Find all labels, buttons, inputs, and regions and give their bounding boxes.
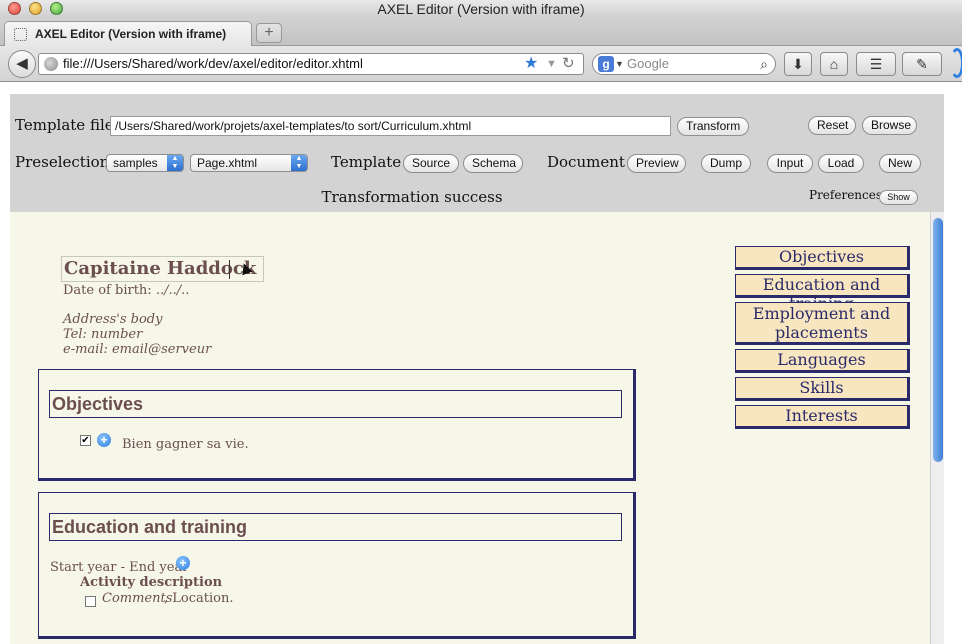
education-section: Education and training Start year - End …	[38, 492, 636, 639]
scrollbar-thumb[interactable]	[933, 218, 943, 462]
globe-icon	[44, 57, 58, 71]
address-field[interactable]: Address's body	[63, 312, 162, 327]
menu-objectives[interactable]: Objectives	[735, 246, 910, 270]
menu-employment[interactable]: Employment and placements	[735, 302, 910, 345]
partial-logo-icon	[950, 48, 962, 78]
comments-field[interactable]: Comments	[102, 591, 172, 606]
select-arrows-icon: ▲ ▼	[167, 155, 183, 171]
navigation-toolbar: ◀ file:///Users/Shared/work/dev/axel/edi…	[0, 46, 962, 82]
preselection-folder-value: samples	[113, 156, 158, 170]
vertical-scrollbar[interactable]	[930, 212, 944, 644]
tab-bar: AXEL Editor (Version with iframe) +	[0, 18, 962, 46]
dump-button[interactable]: Dump	[701, 154, 751, 173]
new-tab-button[interactable]: +	[256, 23, 282, 43]
google-engine-icon[interactable]: g	[598, 56, 614, 72]
menu-interests[interactable]: Interests	[735, 405, 910, 429]
preview-button[interactable]: Preview	[627, 154, 686, 173]
search-placeholder: Google	[627, 56, 669, 71]
dob-field[interactable]: ../../..	[156, 283, 190, 298]
template-file-input[interactable]: /Users/Shared/work/projets/axel-template…	[110, 116, 671, 136]
show-preferences-button[interactable]: Show	[879, 190, 918, 205]
tab-title: AXEL Editor (Version with iframe)	[35, 27, 227, 41]
objective-text[interactable]: Bien gagner sa vie.	[122, 437, 249, 452]
select-arrows-icon: ▲ ▼	[291, 155, 307, 171]
editor-control-panel: Template file : /Users/Shared/work/proje…	[10, 94, 944, 212]
reset-button[interactable]: Reset	[808, 116, 856, 135]
preselection-file-value: Page.xhtml	[197, 156, 258, 170]
close-window-icon[interactable]	[8, 2, 21, 15]
objective-checkbox[interactable]: ✔	[80, 435, 91, 446]
objectives-title[interactable]: Objectives	[49, 390, 622, 418]
add-education-icon[interactable]: +	[176, 556, 190, 570]
source-button[interactable]: Source	[403, 154, 459, 173]
preferences-label: Preferences :	[809, 188, 890, 202]
text-caret	[229, 260, 230, 279]
search-bar[interactable]: g ▼ Google ⌕	[592, 53, 776, 75]
load-button[interactable]: Load	[818, 154, 864, 173]
downloads-button[interactable]: ⬇	[784, 52, 812, 76]
home-button[interactable]: ⌂	[820, 52, 848, 76]
transformation-status: Transformation success	[321, 188, 503, 206]
template-label: Template :	[331, 153, 412, 171]
search-engine-dropdown-icon[interactable]: ▼	[615, 54, 624, 74]
url-text: file:///Users/Shared/work/dev/axel/edito…	[63, 56, 363, 71]
transform-button[interactable]: Transform	[677, 117, 749, 136]
page-favicon-icon	[14, 28, 27, 41]
preselection-file-select[interactable]: Page.xhtml ▲ ▼	[190, 154, 308, 172]
template-file-label: Template file :	[15, 116, 124, 134]
email-field[interactable]: e-mail: email@serveur	[63, 342, 211, 357]
name-field[interactable]: Capitaine Haddock	[61, 256, 264, 282]
location-field[interactable]: , Location.	[164, 591, 233, 606]
search-icon[interactable]: ⌕	[760, 54, 768, 74]
url-bar[interactable]: file:///Users/Shared/work/dev/axel/edito…	[38, 53, 584, 75]
document-view: Capitaine Haddock ▲ Date of birth: ../..…	[10, 212, 930, 644]
input-button[interactable]: Input	[767, 154, 813, 173]
browse-button[interactable]: Browse	[862, 116, 917, 135]
window-title: AXEL Editor (Version with iframe)	[377, 1, 585, 17]
education-years[interactable]: Start year - End year	[50, 560, 188, 575]
url-history-dropdown-icon[interactable]: ▼	[546, 54, 557, 74]
menu-languages[interactable]: Languages	[735, 349, 910, 373]
comments-checkbox[interactable]	[85, 596, 96, 607]
new-button[interactable]: New	[879, 154, 921, 173]
objectives-section: Objectives ✔ + Bien gagner sa vie.	[38, 369, 636, 481]
dob-label: Date of birth:	[63, 283, 152, 298]
bookmark-star-icon[interactable]: ★	[524, 54, 538, 74]
bookmarks-menu-button[interactable]: ☰	[856, 52, 896, 76]
schema-button[interactable]: Schema	[463, 154, 523, 173]
window-titlebar: AXEL Editor (Version with iframe)	[0, 0, 962, 18]
preselection-label: Preselection :	[15, 153, 120, 171]
tel-field[interactable]: Tel: number	[63, 327, 142, 342]
name-value: Capitaine Haddock	[64, 258, 257, 279]
tab-axel-editor[interactable]: AXEL Editor (Version with iframe)	[4, 21, 252, 46]
preselection-folder-select[interactable]: samples ▲ ▼	[106, 154, 184, 172]
reload-icon[interactable]: ↻	[562, 54, 575, 74]
menu-skills[interactable]: Skills	[735, 377, 910, 401]
education-title[interactable]: Education and training	[49, 513, 622, 541]
document-label: Document :	[547, 153, 635, 171]
back-button[interactable]: ◀	[8, 50, 36, 78]
add-objective-icon[interactable]: +	[97, 433, 111, 447]
date-of-birth: Date of birth: ../../..	[63, 283, 189, 298]
activity-description[interactable]: Activity description	[80, 575, 222, 590]
zoom-window-icon[interactable]	[50, 2, 63, 15]
minimize-window-icon[interactable]	[29, 2, 42, 15]
menu-education[interactable]: Education and training	[735, 274, 910, 313]
extensions-button[interactable]: ✎	[902, 52, 942, 76]
